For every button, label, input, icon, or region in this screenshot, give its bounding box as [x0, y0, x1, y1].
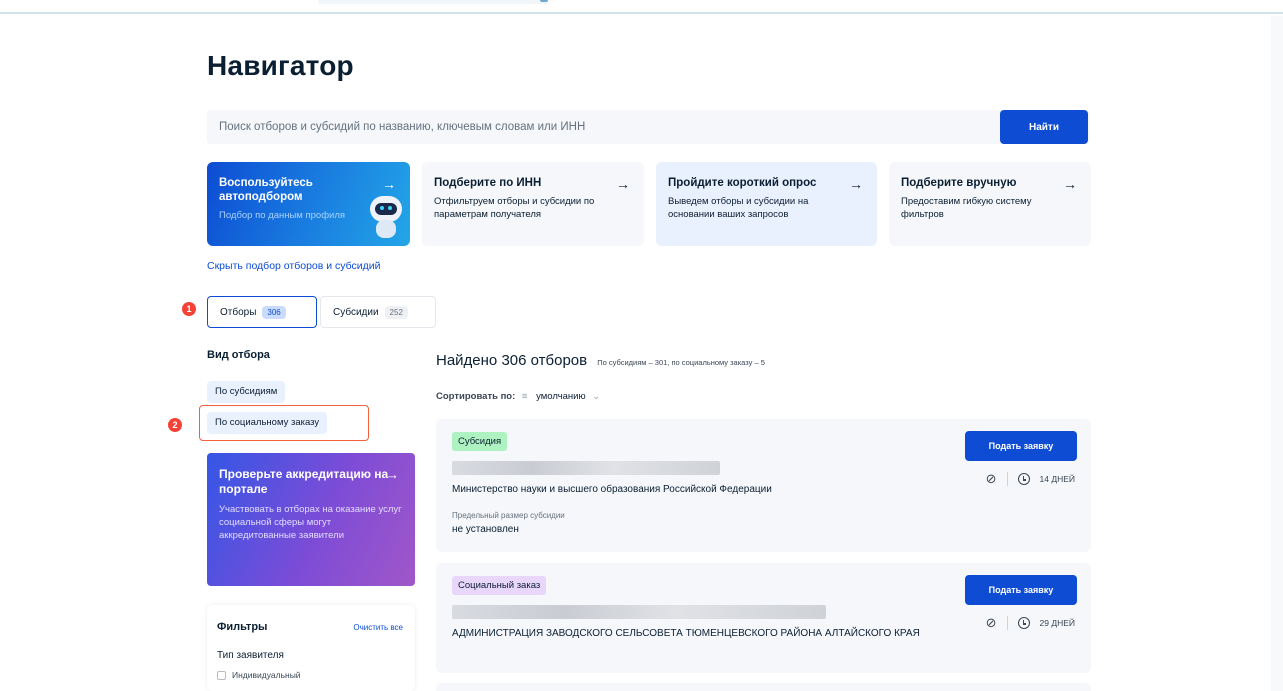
banner-title: Проверьте аккредитацию на портале — [219, 467, 389, 496]
tab-label: Отборы — [220, 306, 257, 318]
count-badge: 306 — [262, 305, 286, 319]
card-title: Воспользуйтесь автоподбором — [219, 177, 313, 203]
card-desc: Предоставим гибкую систему фильтров — [901, 196, 1032, 220]
banner-desc: Участвовать в отборах на оказание услуг … — [219, 504, 402, 541]
checkbox[interactable] — [217, 670, 226, 680]
card-by-inn[interactable]: Подберите по ИНН Отфильтруем отборы и су… — [422, 162, 644, 246]
top-link-dot — [540, 0, 548, 2]
apply-button[interactable]: Подать заявку — [965, 575, 1077, 605]
search-bar: Найти — [207, 110, 1090, 144]
filter-option-label: Индивидуальный — [232, 670, 301, 680]
card-manual[interactable]: Подберите вручную Предоставим гибкую сис… — [889, 162, 1091, 246]
arrow-right-icon: → — [616, 176, 630, 192]
results-summary: Найдено 306 отборов По субсидиям – 301, … — [436, 352, 765, 369]
sort-icon: ≡ — [521, 391, 528, 402]
limit-label: Предельный размер субсидии — [452, 511, 565, 520]
sort-control[interactable]: Сортировать по: ≡ умолчанию ⌄ — [436, 391, 600, 402]
filters-panel: Фильтры Очистить все Тип заявителя Индив… — [207, 605, 415, 691]
scrollbar-track[interactable] — [1271, 16, 1283, 691]
clock-icon — [1017, 473, 1030, 485]
sort-label: Сортировать по: — [436, 391, 516, 402]
filter-option[interactable]: Индивидуальный — [217, 670, 405, 680]
search-button[interactable]: Найти — [1000, 110, 1088, 144]
arrow-right-icon: → — [849, 176, 863, 192]
applicant-type-label: Тип заявителя — [217, 650, 284, 661]
top-bar — [0, 0, 1283, 14]
card-short-poll[interactable]: Пройдите короткий опрос Выведем отборы и… — [656, 162, 877, 246]
hide-selection-link[interactable]: Скрыть подбор отборов и субсидий — [207, 260, 381, 272]
arrow-right-icon: → — [382, 176, 396, 192]
result-card[interactable]: Социальный заказ АДМИНИСТРАЦИЯ ЗАВОДСКОГ… — [436, 563, 1091, 673]
result-card[interactable]: Субсидия Министерство науки и высшего об… — [436, 419, 1091, 552]
clock-icon — [1017, 617, 1030, 629]
organization-name: Министерство науки и высшего образования… — [452, 484, 772, 495]
step-marker-2: 2 — [168, 418, 182, 432]
divider — [1006, 616, 1008, 630]
tab-label: Субсидии — [333, 306, 379, 318]
robot-icon — [366, 196, 406, 240]
result-card[interactable] — [436, 683, 1091, 691]
card-title: Подберите вручную — [901, 177, 1017, 189]
arrow-right-icon: → — [386, 467, 399, 482]
step-marker-1: 1 — [182, 302, 196, 316]
divider — [1006, 472, 1008, 486]
accreditation-banner[interactable]: Проверьте аккредитацию на портале Участв… — [207, 453, 415, 586]
arrow-right-icon: → — [1063, 176, 1077, 192]
days-left: 29 ДНЕЙ — [1039, 618, 1076, 628]
results-count: Найдено 306 отборов — [436, 352, 588, 369]
tab-selections[interactable]: Отборы 306 — [207, 296, 317, 328]
results-breakdown: По субсидиям – 301, по социальному заказ… — [597, 358, 765, 367]
page-title: Навигатор — [207, 50, 354, 81]
limit-value: не установлен — [452, 524, 519, 535]
chip-by-subsidies[interactable]: По субсидиям — [207, 381, 286, 403]
sort-value[interactable]: умолчанию — [536, 391, 586, 402]
paperclip-icon[interactable]: ⊘ — [986, 471, 997, 487]
selection-type-heading: Вид отбора — [207, 349, 270, 361]
chevron-down-icon: ⌄ — [592, 391, 601, 402]
count-badge: 252 — [384, 305, 408, 319]
blurred-title — [452, 461, 720, 475]
card-title: Подберите по ИНН — [434, 177, 542, 189]
card-autoselect[interactable]: Воспользуйтесь автоподбором Подбор по да… — [207, 162, 410, 246]
card-meta: ⊘ 14 ДНЕЙ — [986, 471, 1075, 487]
clear-filters-link[interactable]: Очистить все — [353, 623, 403, 632]
paperclip-icon[interactable]: ⊘ — [986, 615, 997, 631]
card-meta: ⊘ 29 ДНЕЙ — [986, 615, 1075, 631]
card-desc: Выведем отборы и субсидии на основании в… — [668, 196, 809, 220]
highlight-frame — [199, 405, 369, 441]
apply-button[interactable]: Подать заявку — [965, 431, 1077, 461]
days-left: 14 ДНЕЙ — [1039, 474, 1076, 484]
card-title: Пройдите короткий опрос — [668, 177, 817, 189]
organization-name: АДМИНИСТРАЦИЯ ЗАВОДСКОГО СЕЛЬСОВЕТА ТЮМЕ… — [452, 628, 920, 639]
card-desc: Отфильтруем отборы и субсидии по парамет… — [434, 196, 595, 220]
type-tag: Социальный заказ — [452, 576, 547, 595]
type-tag: Субсидия — [452, 432, 508, 451]
tab-subsidies[interactable]: Субсидии 252 — [320, 296, 436, 328]
blurred-title — [452, 605, 826, 619]
search-input[interactable] — [207, 110, 987, 144]
top-link-remnant — [318, 0, 548, 4]
